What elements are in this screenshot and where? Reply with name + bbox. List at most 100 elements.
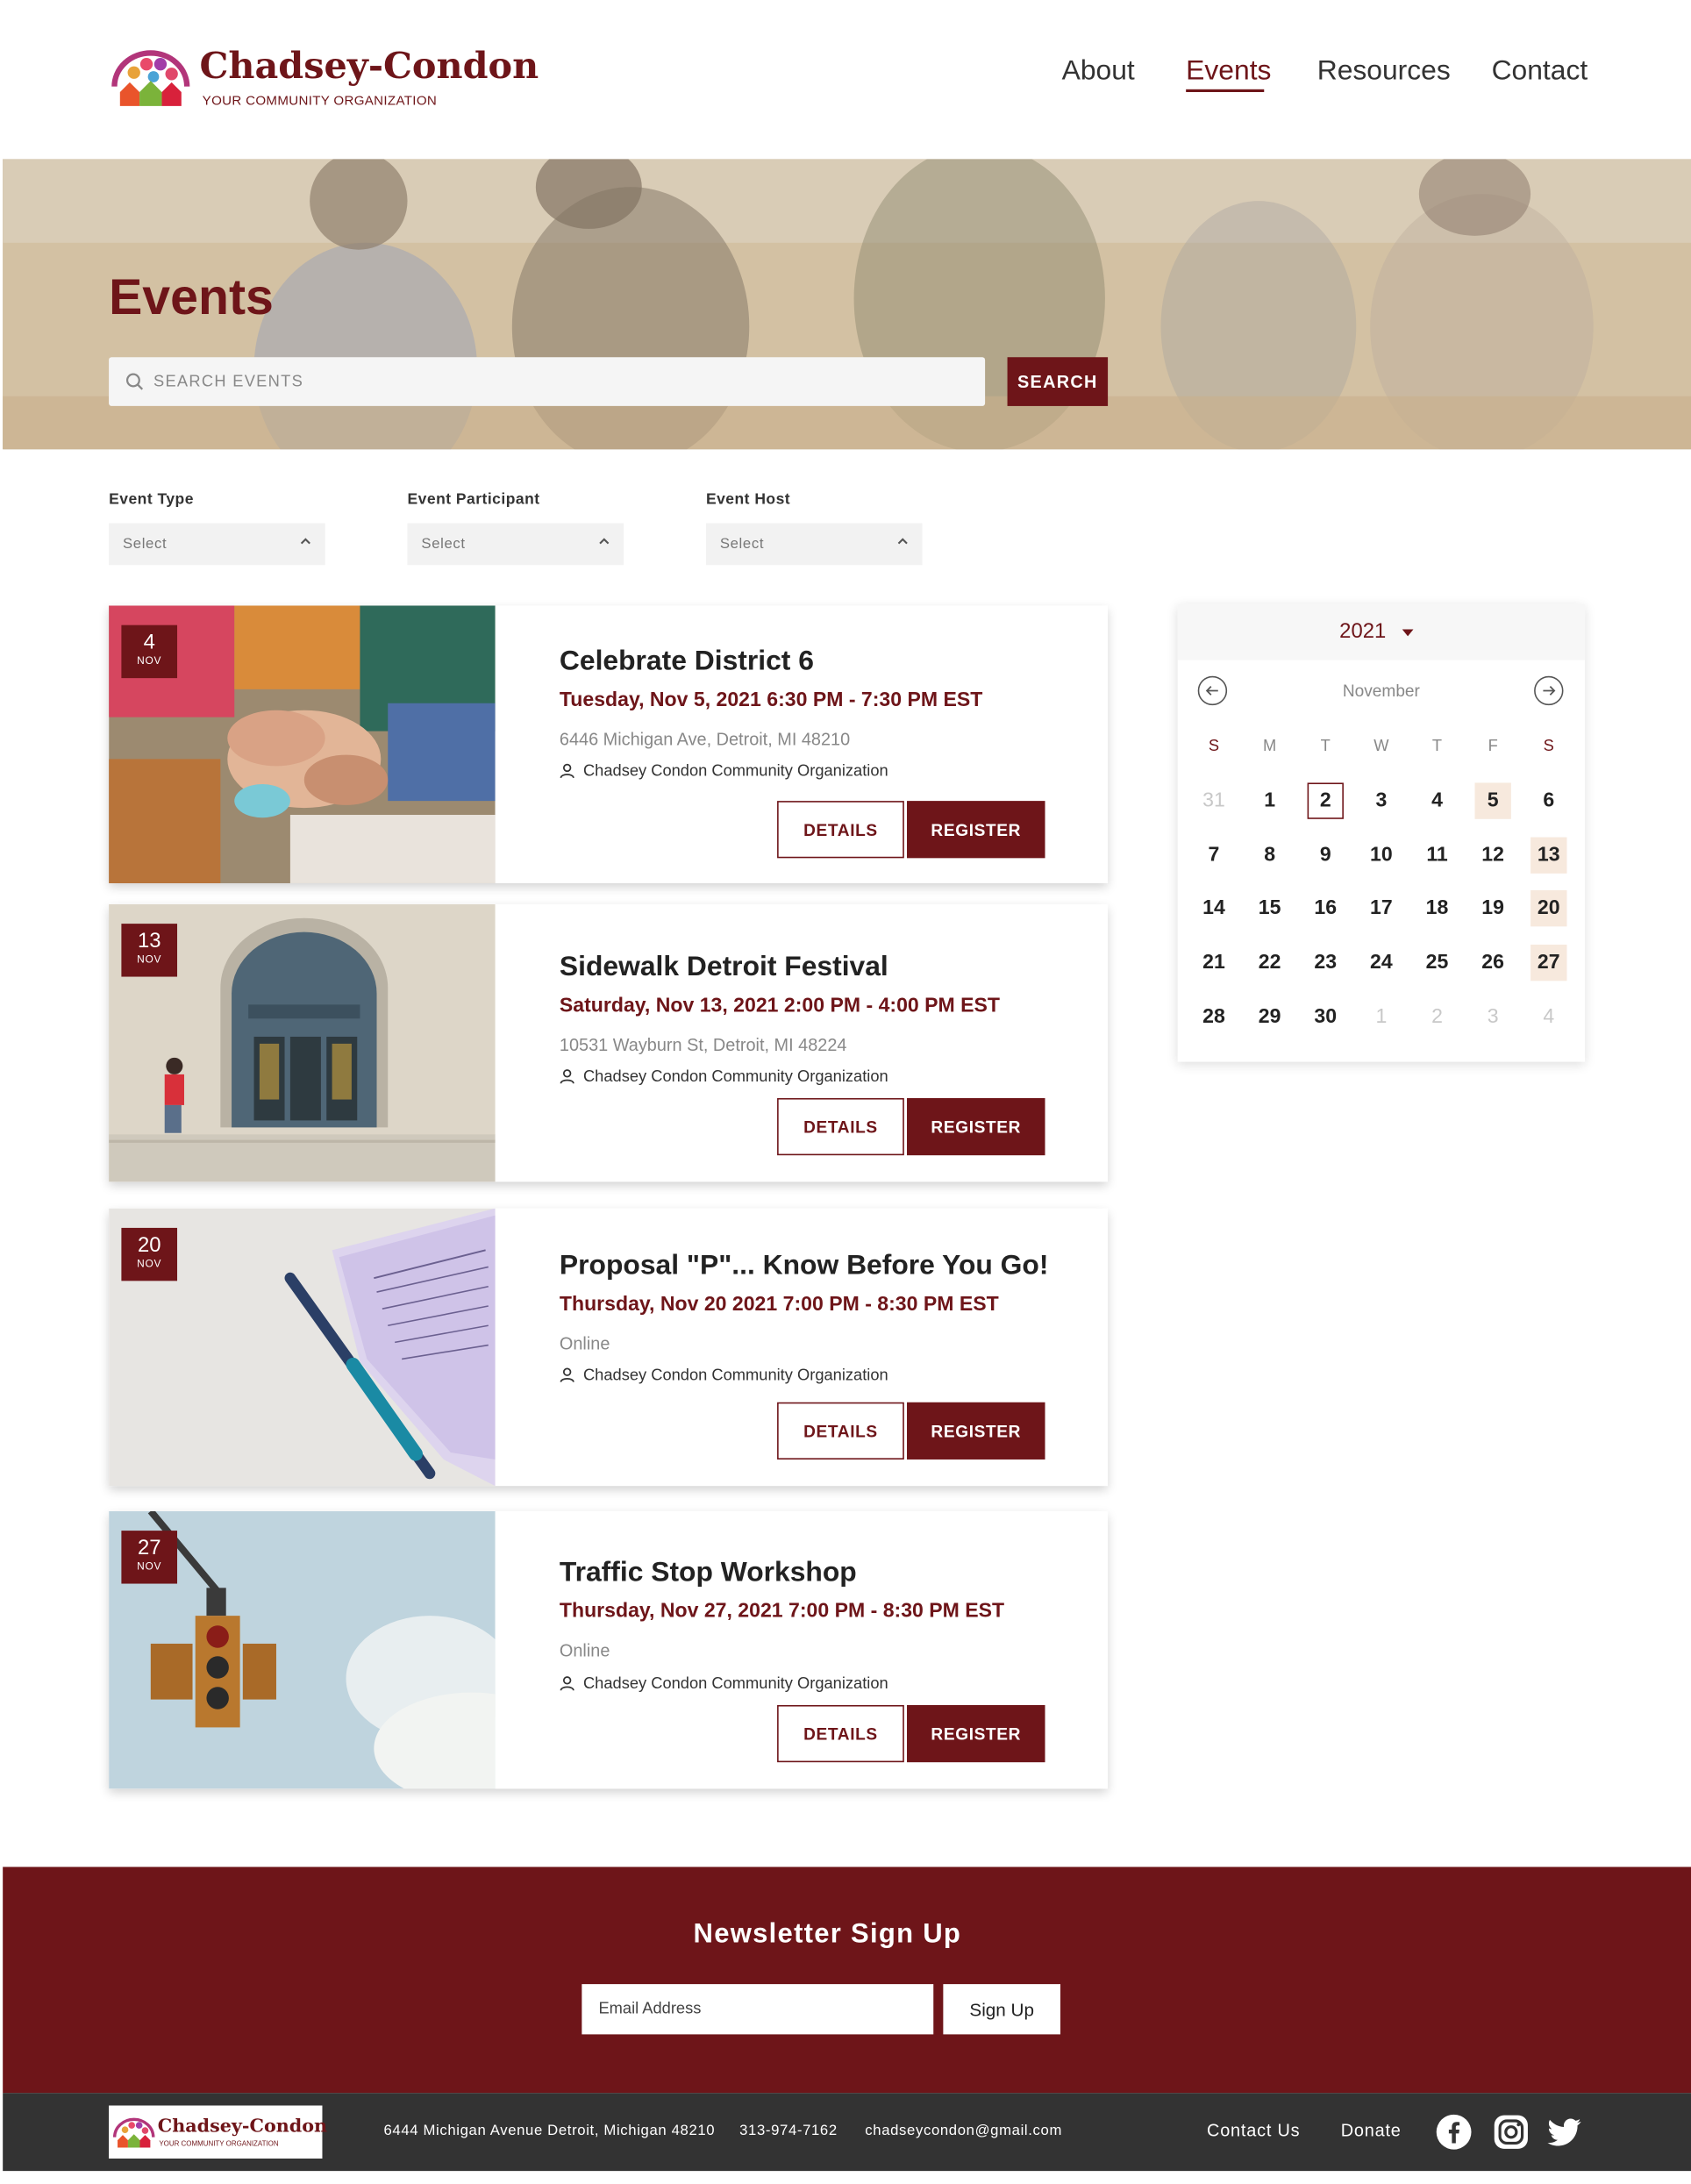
calendar-weekday: T [1431, 738, 1443, 755]
nav-about[interactable]: About [1062, 56, 1135, 89]
instagram-icon[interactable] [1493, 2114, 1529, 2150]
newsletter-section: Newsletter Sign Up Sign Up [3, 1866, 1691, 2094]
event-datetime: Tuesday, Nov 5, 2021 6:30 PM - 7:30 PM E… [559, 689, 983, 712]
details-button[interactable]: DETAILS [777, 1704, 904, 1763]
calendar-day[interactable]: 30 [1308, 999, 1344, 1035]
calendar-day[interactable]: 7 [1195, 837, 1231, 873]
register-button[interactable]: REGISTER [907, 1704, 1045, 1763]
filter-label-event-type: Event Type [109, 490, 194, 509]
calendar-day[interactable]: 3 [1363, 782, 1399, 818]
event-datetime: Thursday, Nov 27, 2021 7:00 PM - 8:30 PM… [559, 1600, 1005, 1624]
event-location: Online [559, 1640, 610, 1661]
calendar-weekday: T [1320, 738, 1331, 755]
person-icon [560, 1367, 574, 1382]
footer-phone[interactable]: 313-974-7162 [739, 2123, 838, 2139]
next-month-arrow-icon[interactable] [1533, 675, 1564, 706]
logo-icon [112, 2117, 155, 2148]
footer-logo[interactable]: Chadsey-Condon YOUR COMMUNITY ORGANIZATI… [109, 2105, 327, 2159]
calendar-day[interactable]: 1 [1252, 782, 1288, 818]
details-button[interactable]: DETAILS [777, 801, 904, 859]
footer-donate-link[interactable]: Donate [1341, 2121, 1402, 2140]
calendar-day[interactable]: 8 [1252, 837, 1288, 873]
register-button[interactable]: REGISTER [907, 801, 1045, 859]
calendar-weekday: F [1488, 738, 1498, 755]
event-location: Online [559, 1333, 610, 1354]
calendar-day[interactable]: 2 [1419, 999, 1455, 1035]
calendar-day[interactable]: 17 [1363, 891, 1399, 927]
event-title[interactable]: Proposal "P"... Know Before You Go! [560, 1250, 1049, 1282]
calendar: 2021 November S M T W T F S 31 1 2 3 4 5 6 7 8 9 10 11 12 13… [1177, 603, 1586, 1062]
event-type-select[interactable]: Select [109, 523, 325, 566]
event-title[interactable]: Celebrate District 6 [560, 646, 814, 679]
caret-down-icon[interactable] [1402, 629, 1414, 637]
event-host-select[interactable]: Select [705, 523, 923, 566]
event-datetime: Saturday, Nov 13, 2021 2:00 PM - 4:00 PM… [559, 995, 1001, 1017]
calendar-weekday: W [1373, 738, 1389, 755]
calendar-day[interactable]: 16 [1308, 891, 1344, 927]
brand-name[interactable]: Chadsey-Condon [199, 46, 539, 88]
event-image[interactable]: 13 NOV [109, 903, 496, 1182]
calendar-day[interactable]: 22 [1252, 945, 1288, 981]
twitter-icon[interactable] [1546, 2114, 1582, 2150]
calendar-day[interactable]: 6 [1530, 782, 1566, 818]
person-icon [560, 763, 574, 779]
facebook-icon[interactable] [1436, 2114, 1472, 2150]
calendar-day[interactable]: 28 [1195, 999, 1231, 1035]
calendar-day[interactable]: 4 [1419, 782, 1455, 818]
brand-tagline: YOUR COMMUNITY ORGANIZATION [202, 93, 438, 110]
calendar-day[interactable]: 27 [1530, 945, 1567, 981]
calendar-day[interactable]: 31 [1195, 782, 1231, 818]
calendar-day[interactable]: 12 [1474, 837, 1510, 873]
date-badge: 20 NOV [121, 1227, 178, 1281]
calendar-day[interactable]: 4 [1530, 999, 1566, 1035]
calendar-day[interactable]: 18 [1419, 891, 1455, 927]
details-button[interactable]: DETAILS [777, 1097, 904, 1156]
event-image[interactable]: 4 NOV [109, 605, 496, 883]
person-icon [560, 1069, 574, 1084]
calendar-day[interactable]: 10 [1363, 837, 1399, 873]
logo-icon[interactable] [109, 45, 192, 109]
register-button[interactable]: REGISTER [907, 1097, 1045, 1156]
event-participant-select[interactable]: Select [407, 523, 624, 566]
search-button[interactable]: SEARCH [1007, 357, 1109, 406]
person-icon [560, 1676, 574, 1691]
calendar-day[interactable]: 9 [1308, 837, 1344, 873]
calendar-day[interactable]: 13 [1530, 836, 1567, 874]
nav-active-indicator [1186, 89, 1265, 92]
calendar-day[interactable]: 24 [1363, 945, 1399, 981]
calendar-day[interactable]: 5 [1474, 782, 1511, 819]
event-title[interactable]: Sidewalk Detroit Festival [560, 952, 888, 984]
calendar-day[interactable]: 2 [1307, 782, 1344, 819]
calendar-day[interactable]: 25 [1419, 945, 1455, 981]
event-image[interactable]: 20 NOV [109, 1208, 496, 1487]
sign-up-button[interactable]: Sign Up [943, 1984, 1061, 2035]
calendar-day[interactable]: 19 [1474, 891, 1510, 927]
calendar-day[interactable]: 21 [1195, 945, 1231, 981]
event-location: 6446 Michigan Ave, Detroit, MI 48210 [559, 729, 851, 750]
footer-contact-link[interactable]: Contact Us [1207, 2121, 1300, 2140]
calendar-day[interactable]: 15 [1252, 891, 1288, 927]
register-button[interactable]: REGISTER [907, 1402, 1045, 1460]
calendar-day[interactable]: 11 [1419, 837, 1455, 873]
event-image[interactable]: 27 NOV [109, 1510, 496, 1789]
calendar-day[interactable]: 20 [1530, 890, 1567, 927]
calendar-day[interactable]: 26 [1474, 945, 1510, 981]
event-datetime: Thursday, Nov 20 2021 7:00 PM - 8:30 PM … [559, 1293, 999, 1317]
calendar-day[interactable]: 3 [1474, 999, 1510, 1035]
calendar-day[interactable]: 1 [1363, 999, 1399, 1035]
nav-events[interactable]: Events [1186, 56, 1271, 89]
email-field[interactable] [582, 1984, 934, 2035]
calendar-year-select[interactable]: 2021 [1339, 619, 1386, 643]
event-card: 27 NOV Traffic Stop Workshop Thursday, N… [109, 1510, 1109, 1789]
calendar-day[interactable]: 23 [1308, 945, 1344, 981]
event-title[interactable]: Traffic Stop Workshop [560, 1557, 857, 1589]
calendar-day[interactable]: 14 [1195, 891, 1231, 927]
search-input[interactable] [153, 357, 963, 406]
footer-address: 6444 Michigan Avenue Detroit, Michigan 4… [383, 2122, 716, 2139]
event-host: Chadsey Condon Community Organization [560, 1367, 888, 1384]
details-button[interactable]: DETAILS [777, 1402, 904, 1460]
calendar-day[interactable]: 29 [1252, 999, 1288, 1035]
nav-resources[interactable]: Resources [1317, 56, 1451, 89]
footer-email[interactable]: chadseycondon@gmail.com [865, 2123, 1062, 2139]
nav-contact[interactable]: Contact [1492, 56, 1588, 89]
